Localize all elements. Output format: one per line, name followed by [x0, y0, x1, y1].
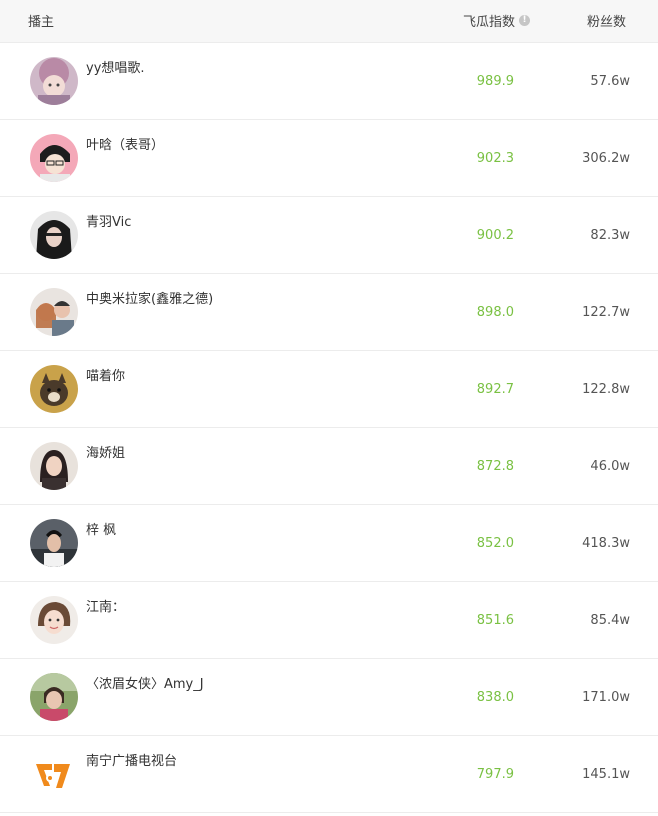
- streamer-name[interactable]: yy想唱歌.: [86, 57, 145, 76]
- feigua-index-value: 989.9: [476, 74, 514, 89]
- streamer-name[interactable]: 中奥米拉家(鑫雅之德): [86, 288, 213, 307]
- fans-count: 46.0w: [590, 459, 630, 474]
- avatar[interactable]: [30, 57, 78, 105]
- header-feigua-index-label: 飞瓜指数: [463, 15, 516, 30]
- header-feigua-index: 飞瓜指数 !: [463, 11, 531, 30]
- streamer-name[interactable]: 江南：: [86, 596, 125, 615]
- table-body: yy想唱歌. 989.9 57.6w 叶晗（表哥） 902.3 306.2w 青羽Vic 90…: [0, 43, 658, 813]
- avatar[interactable]: [30, 288, 78, 336]
- streamer-name[interactable]: 梓 枫: [86, 519, 116, 538]
- feigua-index-value: 872.8: [476, 459, 514, 474]
- avatar[interactable]: [30, 365, 78, 413]
- avatar[interactable]: [30, 442, 78, 490]
- feigua-index-value: 838.0: [476, 690, 514, 705]
- streamer-name[interactable]: 喵着你: [86, 365, 125, 384]
- ranking-table: 播主 飞瓜指数 ! 粉丝数 yy想唱歌. 989.9 57.6w 叶晗（表哥） 902.…: [0, 0, 658, 813]
- fans-count: 122.8w: [582, 382, 630, 397]
- table-row[interactable]: 中奥米拉家(鑫雅之德) 898.0 122.7w: [0, 274, 658, 351]
- header-fans: 粉丝数: [587, 15, 627, 30]
- avatar[interactable]: [30, 211, 78, 259]
- feigua-index-value: 900.2: [476, 228, 514, 243]
- avatar[interactable]: [30, 673, 78, 721]
- fans-count: 85.4w: [590, 613, 630, 628]
- feigua-index-value: 851.6: [476, 613, 514, 628]
- table-header: 播主 飞瓜指数 ! 粉丝数: [0, 0, 658, 43]
- table-row[interactable]: 南宁广播电视台 797.9 145.1w: [0, 736, 658, 813]
- avatar[interactable]: [30, 134, 78, 182]
- avatar[interactable]: [30, 750, 78, 798]
- avatar[interactable]: [30, 596, 78, 644]
- fans-count: 82.3w: [590, 228, 630, 243]
- table-row[interactable]: 〈浓眉女侠〉Amy_J 838.0 171.0w: [0, 659, 658, 736]
- table-row[interactable]: 青羽Vic 900.2 82.3w: [0, 197, 658, 274]
- feigua-index-value: 797.9: [476, 767, 514, 782]
- fans-count: 418.3w: [582, 536, 630, 551]
- streamer-name[interactable]: 青羽Vic: [86, 211, 131, 230]
- streamer-name[interactable]: 海娇姐: [86, 442, 125, 461]
- streamer-name[interactable]: 南宁广播电视台: [86, 750, 177, 769]
- avatar[interactable]: [30, 519, 78, 567]
- feigua-index-value: 898.0: [476, 305, 514, 320]
- fans-count: 306.2w: [582, 151, 630, 166]
- fans-count: 122.7w: [582, 305, 630, 320]
- feigua-index-value: 902.3: [476, 151, 514, 166]
- streamer-name[interactable]: 叶晗（表哥）: [86, 134, 164, 153]
- streamer-name[interactable]: 〈浓眉女侠〉Amy_J: [86, 673, 204, 692]
- feigua-index-value: 852.0: [476, 536, 514, 551]
- table-row[interactable]: yy想唱歌. 989.9 57.6w: [0, 43, 658, 120]
- table-row[interactable]: 江南： 851.6 85.4w: [0, 582, 658, 659]
- table-row[interactable]: 梓 枫 852.0 418.3w: [0, 505, 658, 582]
- fans-count: 57.6w: [590, 74, 630, 89]
- feigua-index-value: 892.7: [476, 382, 514, 397]
- table-row[interactable]: 海娇姐 872.8 46.0w: [0, 428, 658, 505]
- header-streamer: 播主: [28, 15, 55, 30]
- info-circle-icon[interactable]: !: [519, 15, 531, 26]
- fans-count: 145.1w: [582, 767, 630, 782]
- fans-count: 171.0w: [582, 690, 630, 705]
- table-row[interactable]: 叶晗（表哥） 902.3 306.2w: [0, 120, 658, 197]
- table-row[interactable]: 喵着你 892.7 122.8w: [0, 351, 658, 428]
